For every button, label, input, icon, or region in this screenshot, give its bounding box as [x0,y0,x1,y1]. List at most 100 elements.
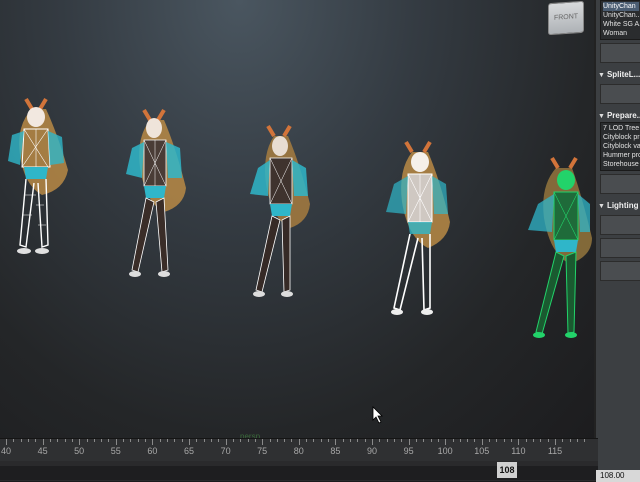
timeline-minor-tick [576,439,578,442]
3d-viewport[interactable]: FRONT persp [0,0,598,440]
section-header[interactable]: ▼ SpliteL... [598,69,640,81]
timeline-tick-label: 45 [37,446,48,456]
timeline-minor-tick [13,439,15,442]
timeline-tick [6,439,7,445]
timeline-tick [518,439,520,445]
timeline-tick-label: 115 [547,446,563,456]
timeline-minor-tick [320,439,322,442]
timeline-minor-tick [20,439,22,442]
timeline-tick-label: 110 [511,446,526,456]
section-header[interactable]: ▼ Prepare... [598,110,640,122]
panel-slot[interactable] [600,238,640,258]
timeline-tick-label: 50 [74,446,85,456]
timeline-minor-tick [27,439,29,442]
mouse-cursor [372,406,383,424]
list-item[interactable]: Storehouse pr... [603,160,640,169]
timeline-minor-tick [174,439,176,442]
timeline-minor-tick [108,439,110,442]
timeline-tick-label: 55 [110,446,121,456]
timeline-tick [42,439,44,445]
figure-2[interactable] [122,108,192,278]
timeline-minor-tick [218,439,220,442]
list-item[interactable]: Cityblock vari... [603,142,640,151]
timeline-minor-tick [137,439,139,442]
timeline-minor-tick [328,439,330,442]
timeline-minor-tick [145,439,147,442]
list-item[interactable]: 7 LOD Tree [603,124,639,133]
list-item[interactable]: UnityChan... [603,11,640,20]
end-frame-field[interactable]: 108.00 [596,470,640,482]
list-item[interactable]: Hummer pro... [603,151,640,160]
figure-4[interactable] [382,140,456,320]
timeline-minor-tick [269,439,271,442]
timeline-minor-tick [584,439,586,442]
timeline-tick-label: 75 [257,446,268,456]
timeline-minor-tick [247,439,249,442]
timeline-minor-tick [210,439,212,442]
timeline-minor-tick [159,439,161,442]
timeline-tick-label: 105 [474,446,490,456]
timeline-minor-tick [167,439,169,442]
timeline-minor-tick [49,439,51,442]
timeline-minor-tick [240,439,242,442]
triangle-down-icon: ▼ [598,203,605,210]
timeline-minor-tick [393,439,395,442]
timeline-tick [408,439,410,445]
panel-slot[interactable] [600,261,640,281]
section-header[interactable]: ▼ Lighting [598,200,640,212]
view-cube[interactable]: FRONT [548,0,584,36]
timeline-tick [481,439,483,445]
timeline-minor-tick [64,439,66,442]
timeline-minor-tick [437,439,439,442]
timeline-minor-tick [569,439,571,442]
timeline-minor-tick [423,439,425,442]
timeline-minor-tick [254,439,256,442]
timeline-tick [298,439,300,445]
list-item[interactable]: Woman [603,29,639,38]
panel-slot[interactable] [600,84,640,104]
panel-slot[interactable] [600,43,640,63]
timeline-minor-tick [474,439,476,442]
timeline-minor-tick [489,439,491,442]
triangle-down-icon: ▼ [598,72,605,79]
timeline-tick [555,439,556,445]
timeline-tick-label: 60 [147,446,158,456]
list-item[interactable]: Cityblock pro... [603,133,640,142]
timeline-minor-tick [306,439,308,442]
timeline-minor-tick [284,439,286,442]
list-item[interactable]: White SG A... [603,20,640,29]
timeline-minor-tick [130,439,132,442]
timeline-minor-tick [203,439,205,442]
timeline-minor-tick [540,439,542,442]
prepare-list[interactable]: 7 LOD Tree Cityblock pro... Cityblock va… [600,122,640,171]
time-ruler[interactable]: 40 45 50 55 60 65 70 75 80 85 90 95 100 105 110 115 [0,439,598,461]
timeline-minor-tick [379,439,381,442]
current-frame-field[interactable]: 108 [497,462,517,478]
timeline-minor-tick [101,439,103,442]
timeline-minor-tick [511,439,513,442]
top-object-list[interactable]: UnityChan UnityChan... White SG A... Wom… [600,0,640,40]
timeline-tick [152,439,154,445]
timeline-tick-label: 70 [220,446,231,456]
timeline-minor-tick [232,439,234,442]
timeline-minor-tick [57,439,59,442]
timeline-minor-tick [71,439,73,442]
timeline-minor-tick [459,439,461,442]
timeline-minor-tick [342,439,344,442]
figure-3[interactable] [246,124,316,299]
figure-1[interactable] [2,95,74,265]
timeline-tick [225,439,227,445]
timeline-minor-tick [467,439,469,442]
timeline-tick [262,439,264,445]
panel-slot[interactable] [600,215,640,235]
timeline-minor-tick [503,439,505,442]
panel-slot[interactable] [600,174,640,194]
triangle-down-icon: ▼ [598,113,605,120]
timeline-minor-tick [313,439,315,442]
list-item[interactable]: UnityChan [603,2,639,11]
timeline-minor-tick [291,439,293,442]
timeline-tick [115,439,117,445]
figure-5-selected[interactable] [522,156,594,341]
timeline-minor-tick [35,439,37,442]
timeline-minor-tick [386,439,388,442]
